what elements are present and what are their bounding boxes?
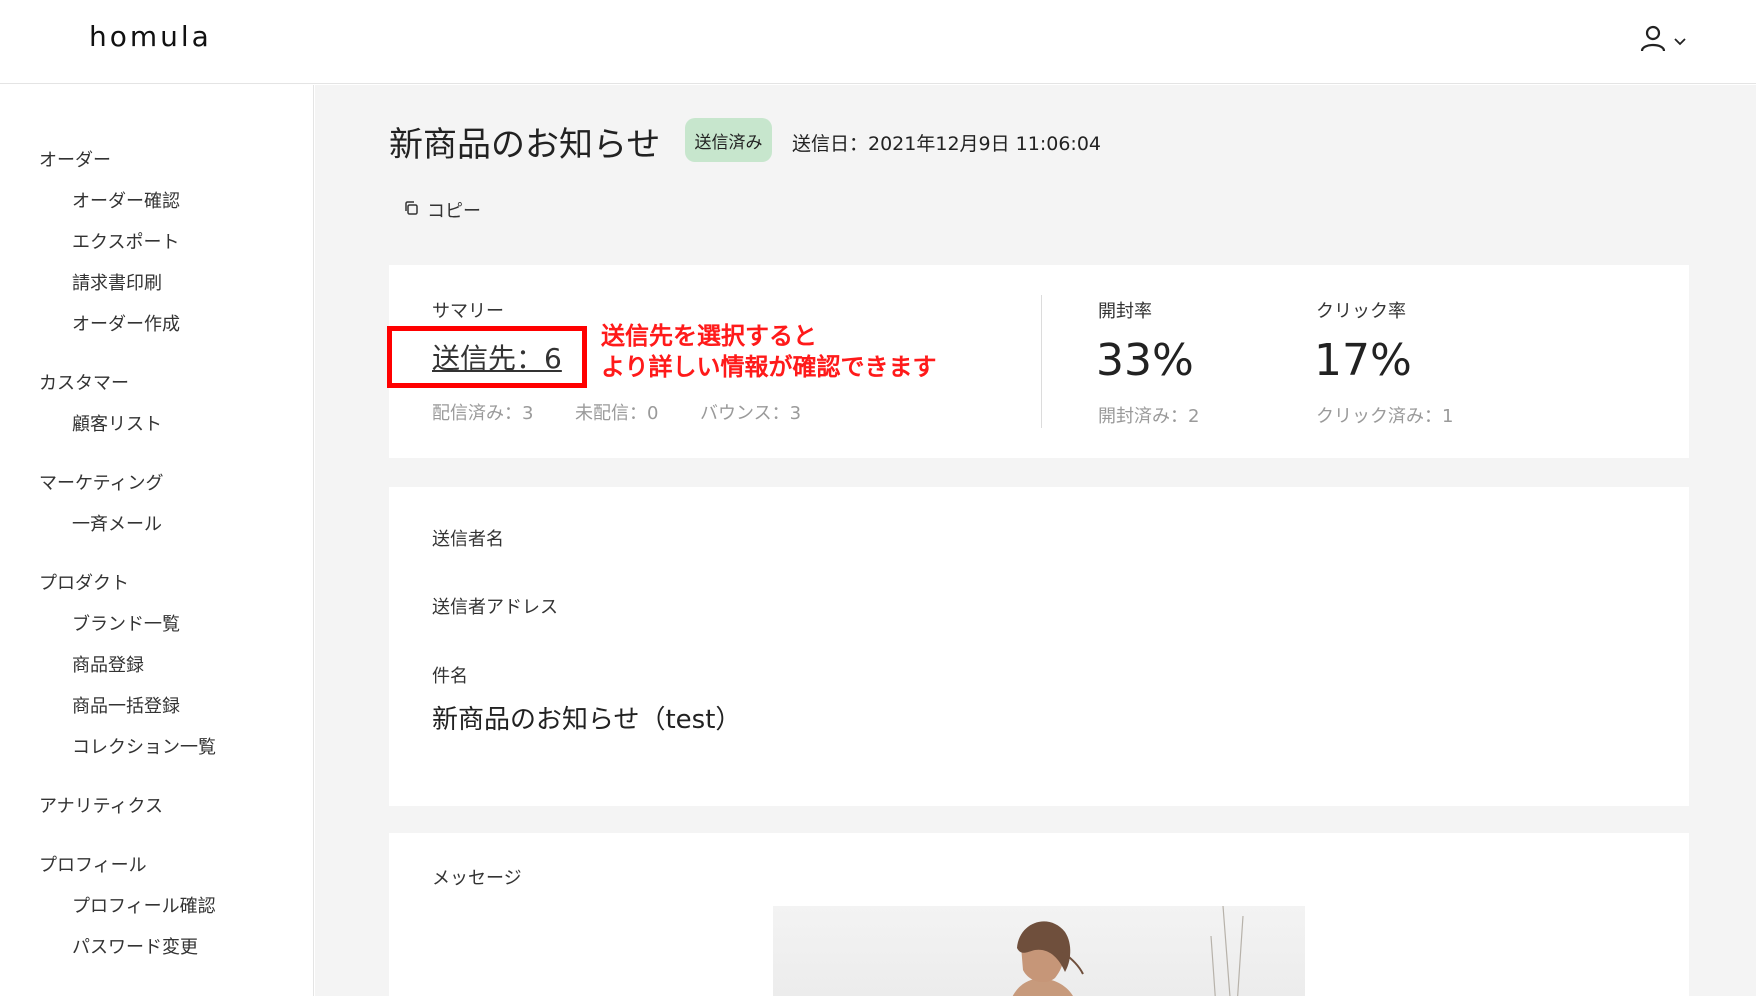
top-bar: homula [0,0,1756,84]
sidebar: オーダー オーダー確認 エクスポート 請求書印刷 オーダー作成 カスタマー 顧客… [0,85,314,996]
sidebar-group-marketing: マーケティング [39,473,164,494]
sidebar-item-customer-list[interactable]: 顧客リスト [72,410,162,436]
page-title: 新商品のお知らせ [389,125,661,165]
sidebar-item-brand-list[interactable]: ブランド一覧 [72,610,180,636]
message-image [773,906,1305,996]
message-label: メッセージ [432,868,522,889]
sidebar-item-order-create[interactable]: オーダー作成 [72,310,180,336]
sender-name-label: 送信者名 [432,529,504,550]
copy-button[interactable]: コピー [403,197,481,223]
sidebar-group-analytics[interactable]: アナリティクス [39,792,163,818]
undelivered-count: 未配信：0 [575,403,659,424]
sidebar-item-order-check[interactable]: オーダー確認 [72,187,180,213]
sidebar-item-bulk-mail[interactable]: 一斉メール [72,510,162,536]
copy-label: コピー [427,201,481,222]
app-logo[interactable]: homula [89,20,212,53]
status-badge: 送信済み [685,118,772,162]
subject-label: 件名 [432,666,468,687]
sidebar-group-profile: プロフィール [39,855,147,876]
sidebar-item-password-change[interactable]: パスワード変更 [72,933,198,959]
summary-label: サマリー [432,301,504,322]
recipients-link[interactable]: 送信先：6 [432,337,562,377]
sidebar-group-products: プロダクト [39,573,129,594]
annotation-note: 送信先を選択すると より詳しい情報が確認できます [601,321,937,383]
user-menu-button[interactable] [1638,22,1698,58]
summary-divider [1041,295,1042,428]
message-card: メッセージ [389,833,1689,996]
annotation-line-2: より詳しい情報が確認できます [601,353,937,381]
summary-card: サマリー 送信先：6 送信先を選択すると より詳しい情報が確認できます 配信済み… [387,265,1689,458]
user-icon [1638,23,1668,57]
details-card: 送信者名 送信者アドレス 件名 新商品のお知らせ（test） [389,487,1689,806]
sender-address-label: 送信者アドレス [432,597,558,618]
sidebar-item-product-register[interactable]: 商品登録 [72,651,144,677]
chevron-down-icon [1674,31,1686,50]
annotation-line-1: 送信先を選択すると [601,322,817,350]
sidebar-item-export[interactable]: エクスポート [72,228,179,254]
clicked-count: クリック済み：1 [1316,406,1454,427]
opened-count: 開封済み：2 [1098,406,1200,427]
sidebar-item-profile-check[interactable]: プロフィール確認 [72,892,216,918]
sidebar-item-collection-list[interactable]: コレクション一覧 [72,733,216,759]
sidebar-group-orders: オーダー [39,150,111,171]
open-rate-value: 33% [1096,335,1194,386]
click-rate-label: クリック率 [1316,301,1406,322]
click-rate-value: 17% [1314,335,1412,386]
sidebar-item-product-bulk-register[interactable]: 商品一括登録 [72,692,180,718]
sidebar-item-invoice-print[interactable]: 請求書印刷 [72,269,162,295]
sent-date: 送信日：2021年12月9日 11:06:04 [792,133,1101,155]
open-rate-label: 開封率 [1098,301,1152,322]
subject-value: 新商品のお知らせ（test） [432,705,742,735]
main-content: 新商品のお知らせ 送信済み 送信日：2021年12月9日 11:06:04 コピ… [315,85,1756,996]
bounced-count: バウンス：3 [700,403,802,424]
copy-icon [403,200,419,221]
delivered-count: 配信済み：3 [432,403,534,424]
sidebar-group-customers: カスタマー [39,373,129,394]
